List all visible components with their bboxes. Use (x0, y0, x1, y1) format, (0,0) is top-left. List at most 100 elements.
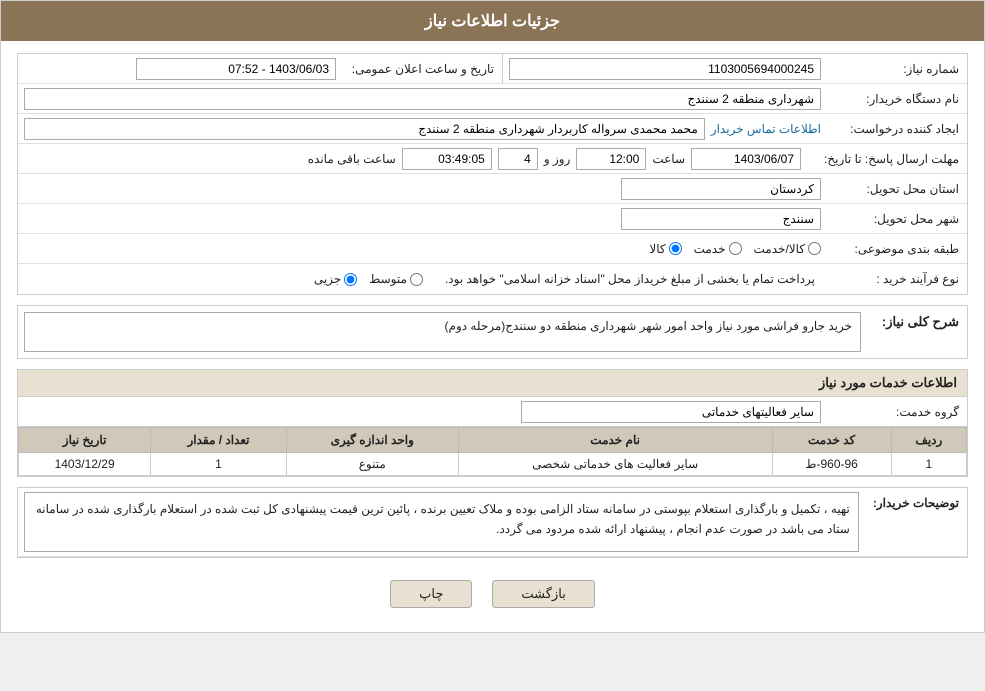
main-content: شماره نیاز: تاریخ و ساعت اعلان عمومی: نا… (1, 41, 984, 632)
print-button[interactable]: چاپ (390, 580, 472, 608)
process-radio-group: متوسط جزیی (314, 272, 423, 286)
deadline-time-label: ساعت (652, 152, 685, 166)
services-section: اطلاعات خدمات مورد نیاز گروه خدمت: ردیف … (17, 369, 968, 477)
city-input[interactable] (621, 208, 821, 230)
category-radio-khedmat: خدمت (694, 242, 742, 256)
table-cell: سایر فعالیت های خدماتی شخصی (458, 453, 772, 476)
creator-label: ایجاد کننده درخواست: (827, 118, 967, 140)
services-table: ردیف کد خدمت نام خدمت واحد اندازه گیری ت… (18, 427, 967, 476)
deadline-value-cell: ساعت روز و ساعت باقی مانده (18, 145, 807, 173)
process-radio-jozii: جزیی (314, 272, 357, 286)
category-radio-group: کالا/خدمت خدمت کالا (24, 242, 821, 256)
col-header-unit: واحد اندازه گیری (286, 428, 458, 453)
page-header: جزئیات اطلاعات نیاز (1, 1, 984, 41)
process-type-value-cell: پرداخت تمام یا بخشی از مبلغ خریداز محل "… (18, 265, 827, 293)
creator-value-cell: اطلاعات تماس خریدار (18, 115, 827, 143)
buttons-row: بازگشت چاپ (17, 568, 968, 620)
need-desc-row: شرح کلی نیاز: خرید جارو فراشی مورد نیاز … (18, 306, 967, 358)
contact-link[interactable]: اطلاعات تماس خریدار (711, 122, 821, 136)
divider-1 (502, 54, 503, 83)
row-creator: ایجاد کننده درخواست: اطلاعات تماس خریدار (18, 114, 967, 144)
process-radio-jozii-input[interactable] (344, 273, 357, 286)
city-value-cell (18, 205, 827, 233)
category-value-cell: کالا/خدمت خدمت کالا (18, 239, 827, 259)
need-desc-label: شرح کلی نیاز: (867, 306, 967, 338)
process-type-group: پرداخت تمام یا بخشی از مبلغ خریداز محل "… (24, 268, 821, 290)
need-number-value-cell (503, 55, 827, 83)
page-wrapper: جزئیات اطلاعات نیاز شماره نیاز: تاریخ و … (0, 0, 985, 633)
table-cell: 1 (891, 453, 966, 476)
city-label: شهر محل تحویل: (827, 208, 967, 230)
buyer-org-value-cell (18, 85, 827, 113)
category-radio-kala-khedmat-input[interactable] (808, 242, 821, 255)
buyer-notes-box: تهیه ، تکمیل و بارگذاری استعلام بپوستی د… (24, 492, 859, 552)
row-service-group: گروه خدمت: (18, 397, 967, 427)
services-title: اطلاعات خدمات مورد نیاز (18, 370, 967, 397)
category-radio-kala-khedmat: کالا/خدمت (754, 242, 821, 256)
buyer-org-input[interactable] (24, 88, 821, 110)
services-table-wrapper: ردیف کد خدمت نام خدمت واحد اندازه گیری ت… (18, 427, 967, 476)
main-form-section: شماره نیاز: تاریخ و ساعت اعلان عمومی: نا… (17, 53, 968, 295)
province-input[interactable] (621, 178, 821, 200)
category-radio-kala-input[interactable] (669, 242, 682, 255)
table-cell: 1 (151, 453, 287, 476)
row-deadline: مهلت ارسال پاسخ: تا تاریخ: ساعت روز و سا… (18, 144, 967, 174)
table-cell: 1403/12/29 (19, 453, 151, 476)
category-label-kala-khedmat: کالا/خدمت (754, 242, 805, 256)
service-group-value-cell (18, 398, 827, 426)
process-radio-motavasset-input[interactable] (410, 273, 423, 286)
service-group-input[interactable] (521, 401, 821, 423)
back-button[interactable]: بازگشت (492, 580, 594, 608)
buyer-notes-row: توضیحات خریدار: تهیه ، تکمیل و بارگذاری … (18, 488, 967, 557)
creator-input[interactable] (24, 118, 705, 140)
creator-group: اطلاعات تماس خریدار (24, 118, 821, 140)
response-deadline-label: مهلت ارسال پاسخ: تا تاریخ: (807, 148, 967, 170)
col-header-qty: تعداد / مقدار (151, 428, 287, 453)
buyer-org-label: نام دستگاه خریدار: (827, 88, 967, 110)
process-radio-motavasset: متوسط (369, 272, 423, 286)
row-category: طبقه بندی موضوعی: کالا/خدمت خدمت (18, 234, 967, 264)
deadline-remaining-input[interactable] (402, 148, 492, 170)
col-header-date: تاریخ نیاز (19, 428, 151, 453)
process-description-text: پرداخت تمام یا بخشی از مبلغ خریداز محل "… (439, 268, 821, 290)
row-province: استان محل تحویل: (18, 174, 967, 204)
deadline-days-input[interactable] (498, 148, 538, 170)
category-label-khedmat: خدمت (694, 242, 726, 256)
announce-date-input[interactable] (136, 58, 336, 80)
process-type-label: نوع فرآیند خرید : (827, 268, 967, 290)
category-label-kala: کالا (649, 242, 665, 256)
page-title: جزئیات اطلاعات نیاز (425, 13, 560, 30)
col-header-radif: ردیف (891, 428, 966, 453)
row-city: شهر محل تحویل: (18, 204, 967, 234)
province-value-cell (18, 175, 827, 203)
row-buyer-org: نام دستگاه خریدار: (18, 84, 967, 114)
service-group-label: گروه خدمت: (827, 401, 967, 423)
province-label: استان محل تحویل: (827, 178, 967, 200)
announce-date-label: تاریخ و ساعت اعلان عمومی: (342, 58, 502, 80)
table-cell: 960-96-ط (772, 453, 891, 476)
need-desc-section: شرح کلی نیاز: خرید جارو فراشی مورد نیاز … (17, 305, 968, 359)
deadline-date-input[interactable] (691, 148, 801, 170)
need-number-label: شماره نیاز: (827, 58, 967, 80)
deadline-days-label: روز و (544, 152, 571, 166)
col-header-name: نام خدمت (458, 428, 772, 453)
row-process-type: نوع فرآیند خرید : پرداخت تمام یا بخشی از… (18, 264, 967, 294)
need-desc-content: خرید جارو فراشی مورد نیاز واحد امور شهر … (18, 306, 867, 358)
category-label: طبقه بندی موضوعی: (827, 238, 967, 260)
table-header-row: ردیف کد خدمت نام خدمت واحد اندازه گیری ت… (19, 428, 967, 453)
row-need-number: شماره نیاز: تاریخ و ساعت اعلان عمومی: (18, 54, 967, 84)
table-cell: متنوع (286, 453, 458, 476)
need-desc-box: خرید جارو فراشی مورد نیاز واحد امور شهر … (24, 312, 861, 352)
buyer-notes-content: تهیه ، تکمیل و بارگذاری استعلام بپوستی د… (18, 488, 865, 556)
need-number-input[interactable] (509, 58, 821, 80)
col-header-code: کد خدمت (772, 428, 891, 453)
deadline-group: ساعت روز و ساعت باقی مانده (24, 148, 801, 170)
announce-date-value-cell (18, 55, 342, 83)
category-radio-kala: کالا (649, 242, 681, 256)
deadline-time-input[interactable] (576, 148, 646, 170)
buyer-notes-label: توضیحات خریدار: (865, 488, 967, 516)
table-row: 1960-96-طسایر فعالیت های خدماتی شخصیمتنو… (19, 453, 967, 476)
process-label-jozii: جزیی (314, 272, 341, 286)
process-label-motavasset: متوسط (369, 272, 407, 286)
category-radio-khedmat-input[interactable] (729, 242, 742, 255)
